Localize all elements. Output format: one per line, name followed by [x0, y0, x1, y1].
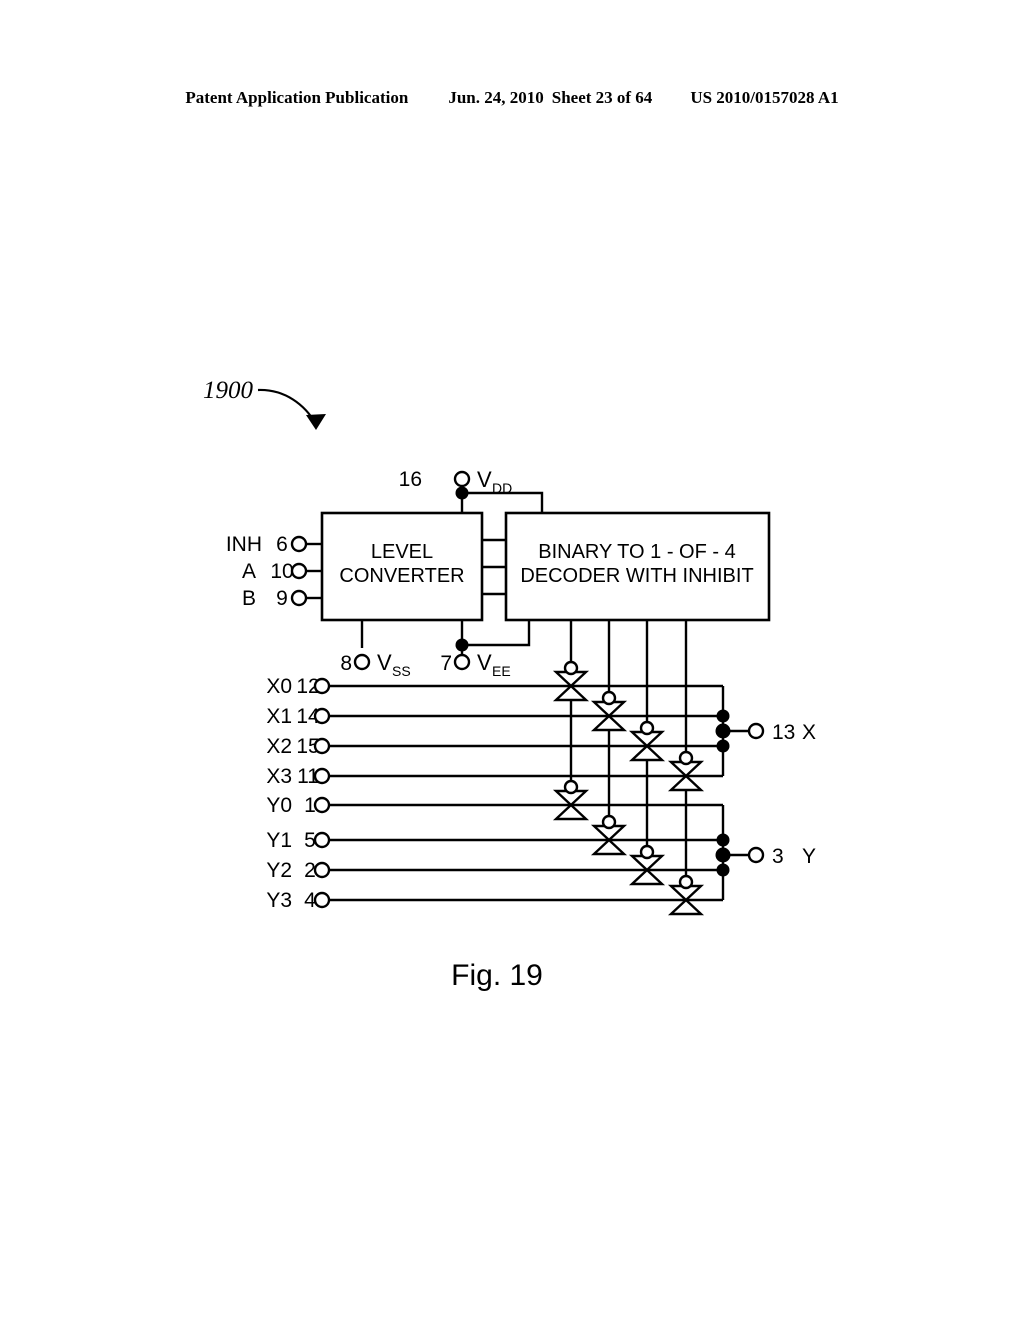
header-publication-number: US 2010/0157028 A1 [690, 88, 839, 107]
y-bus-dot-1 [716, 833, 730, 847]
input-x0-signal: X0 [266, 675, 292, 698]
input-b-pin: 9 [276, 587, 288, 610]
vdd-to-decoder-wire [462, 491, 544, 513]
input-y2-terminal[interactable] [313, 861, 331, 879]
input-x3-signal: X3 [266, 765, 292, 788]
input-y3-signal: Y3 [266, 889, 292, 912]
input-a-pin: 10 [270, 560, 293, 583]
vee-label: V [477, 650, 492, 675]
input-b-terminal[interactable] [290, 589, 308, 607]
transmission-gate-y1[interactable] [590, 814, 628, 856]
input-y3-terminal[interactable] [313, 891, 331, 909]
decoder-label-line1: BINARY TO 1 - OF - 4 [538, 541, 735, 563]
transmission-gate-x2[interactable] [628, 720, 666, 762]
vdd-terminal[interactable] [453, 470, 471, 488]
vss-label: V [377, 650, 392, 675]
transmission-gate-y0[interactable] [552, 779, 590, 821]
input-inh-terminal[interactable] [290, 535, 308, 553]
output-y-signal: Y [802, 845, 816, 868]
level-converter-label-line1: LEVEL [371, 541, 433, 563]
input-x3-terminal[interactable] [313, 767, 331, 785]
input-x2-signal: X2 [266, 735, 292, 758]
y-output-terminal[interactable] [747, 846, 765, 864]
figure-caption: Fig. 19 [451, 959, 543, 992]
input-b-signal: B [242, 587, 256, 610]
vee-terminal[interactable] [453, 653, 471, 671]
leader-arrowhead [306, 414, 326, 430]
transmission-gate-x1[interactable] [590, 690, 628, 732]
input-y0-terminal[interactable] [313, 796, 331, 814]
input-x1-signal: X1 [266, 705, 292, 728]
x-bus-dot-2 [716, 739, 730, 753]
header-sheet: Sheet 23 of 64 [551, 88, 653, 107]
input-x0-terminal[interactable] [313, 677, 331, 695]
vss-subscript: SS [392, 663, 411, 679]
input-y1-signal: Y1 [266, 829, 292, 852]
vss-terminal[interactable] [353, 653, 371, 671]
vss-pin-number: 8 [340, 652, 352, 675]
input-y2-signal: Y2 [266, 859, 292, 882]
input-inh-pin: 6 [276, 533, 288, 556]
vdd-label: V [477, 467, 492, 492]
vee-pin-number: 7 [440, 652, 452, 675]
input-y1-terminal[interactable] [313, 831, 331, 849]
transmission-gate-y3[interactable] [667, 874, 705, 916]
x-output-terminal[interactable] [747, 722, 765, 740]
input-x1-terminal[interactable] [313, 707, 331, 725]
input-inh-signal: INH [226, 533, 262, 556]
patent-page: Patent Application Publication Jun. 24, … [0, 0, 1024, 1320]
x-bus-dot-1 [716, 709, 730, 723]
header-publication: Patent Application Publication [185, 88, 409, 107]
y-bus-dot-2 [716, 863, 730, 877]
vee-to-decoder-wire [462, 620, 531, 647]
input-y0-signal: Y0 [266, 794, 292, 817]
input-a-signal: A [242, 560, 256, 583]
transmission-gate-x3[interactable] [667, 750, 705, 792]
input-x2-terminal[interactable] [313, 737, 331, 755]
input-a-terminal[interactable] [290, 562, 308, 580]
transmission-gate-x0[interactable] [552, 660, 590, 702]
transmission-gate-y2[interactable] [628, 844, 666, 886]
vee-subscript: EE [492, 663, 511, 679]
output-x-pin: 13 [772, 721, 795, 744]
leader-line [257, 388, 317, 425]
decoder-label-line2: DECODER WITH INHIBIT [520, 565, 753, 587]
header-date: Jun. 24, 2010 [448, 88, 544, 107]
level-converter-label-line2: CONVERTER [339, 565, 464, 587]
vdd-pin-number: 16 [399, 468, 422, 491]
output-y-pin: 3 [772, 845, 784, 868]
output-x-signal: X [802, 721, 816, 744]
reference-numeral-1900: 1900 [203, 377, 254, 404]
page-header: Patent Application Publication Jun. 24, … [0, 88, 1024, 108]
figure-19-schematic: 1900 16 V DD LEVEL CONVERTER BINARY TO 1… [203, 377, 816, 992]
